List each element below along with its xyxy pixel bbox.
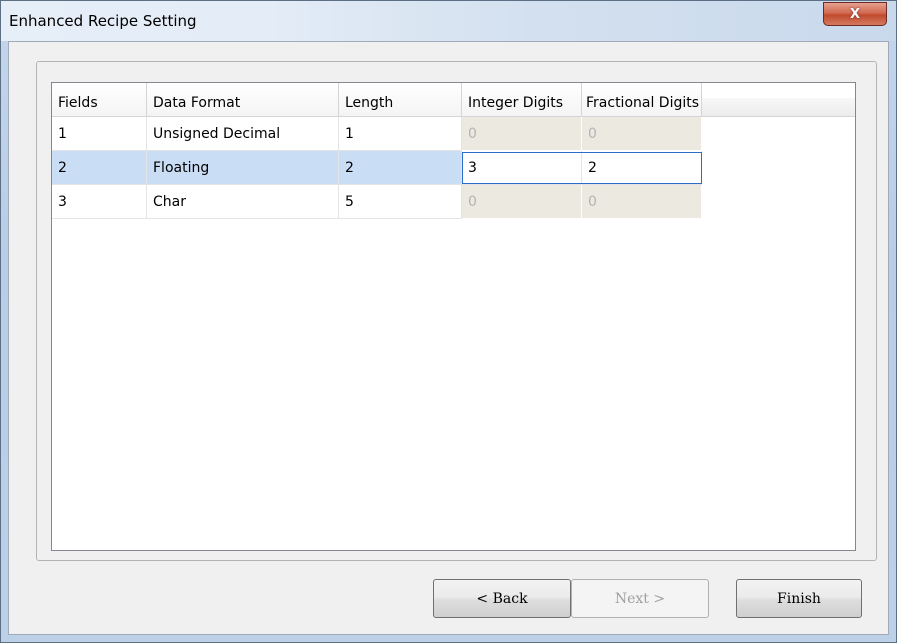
close-icon: X: [849, 6, 861, 22]
cell-fractional-digits[interactable]: 2: [582, 151, 702, 185]
column-header-fields[interactable]: Fields: [52, 83, 147, 117]
column-header-length[interactable]: Length: [339, 83, 462, 117]
cell-length[interactable]: 5: [339, 185, 462, 219]
cell-data-format[interactable]: Floating: [147, 151, 339, 185]
cell-field[interactable]: 2: [52, 151, 147, 185]
window-title: Enhanced Recipe Setting: [9, 12, 197, 30]
back-button[interactable]: < Back: [433, 579, 571, 618]
cell-integer-digits: 0: [462, 117, 582, 151]
column-header-integer-digits[interactable]: Integer Digits: [462, 83, 582, 117]
cell-field[interactable]: 3: [52, 185, 147, 219]
header-filler: [702, 98, 855, 117]
cell-length[interactable]: 1: [339, 117, 462, 151]
cell-fractional-digits: 0: [582, 117, 702, 151]
cell-data-format[interactable]: Unsigned Decimal: [147, 117, 339, 151]
title-bar[interactable]: Enhanced Recipe Setting X: [1, 1, 896, 41]
column-header-data-format[interactable]: Data Format: [147, 83, 339, 117]
enhanced-recipe-setting-window: Enhanced Recipe Setting X Fields Data Fo…: [0, 0, 897, 643]
cell-integer-digits: 0: [462, 185, 582, 219]
table-row-selected[interactable]: 2 Floating 2 3 2: [52, 151, 702, 185]
next-button: Next >: [571, 579, 709, 618]
cell-data-format[interactable]: Char: [147, 185, 339, 219]
table-row[interactable]: 1 Unsigned Decimal 1 0 0: [52, 117, 702, 151]
cell-field[interactable]: 1: [52, 117, 147, 151]
cell-length[interactable]: 2: [339, 151, 462, 185]
close-button[interactable]: X: [823, 2, 887, 26]
grid-header-row: Fields Data Format Length Integer Digits…: [52, 83, 855, 117]
recipe-fields-grid[interactable]: Fields Data Format Length Integer Digits…: [51, 82, 856, 551]
table-row[interactable]: 3 Char 5 0 0: [52, 185, 702, 219]
column-header-fractional-digits[interactable]: Fractional Digits: [582, 83, 702, 117]
dialog-client-area: Fields Data Format Length Integer Digits…: [8, 41, 889, 635]
finish-button[interactable]: Finish: [736, 579, 862, 618]
cell-fractional-digits: 0: [582, 185, 702, 219]
cell-integer-digits[interactable]: 3: [462, 151, 582, 185]
